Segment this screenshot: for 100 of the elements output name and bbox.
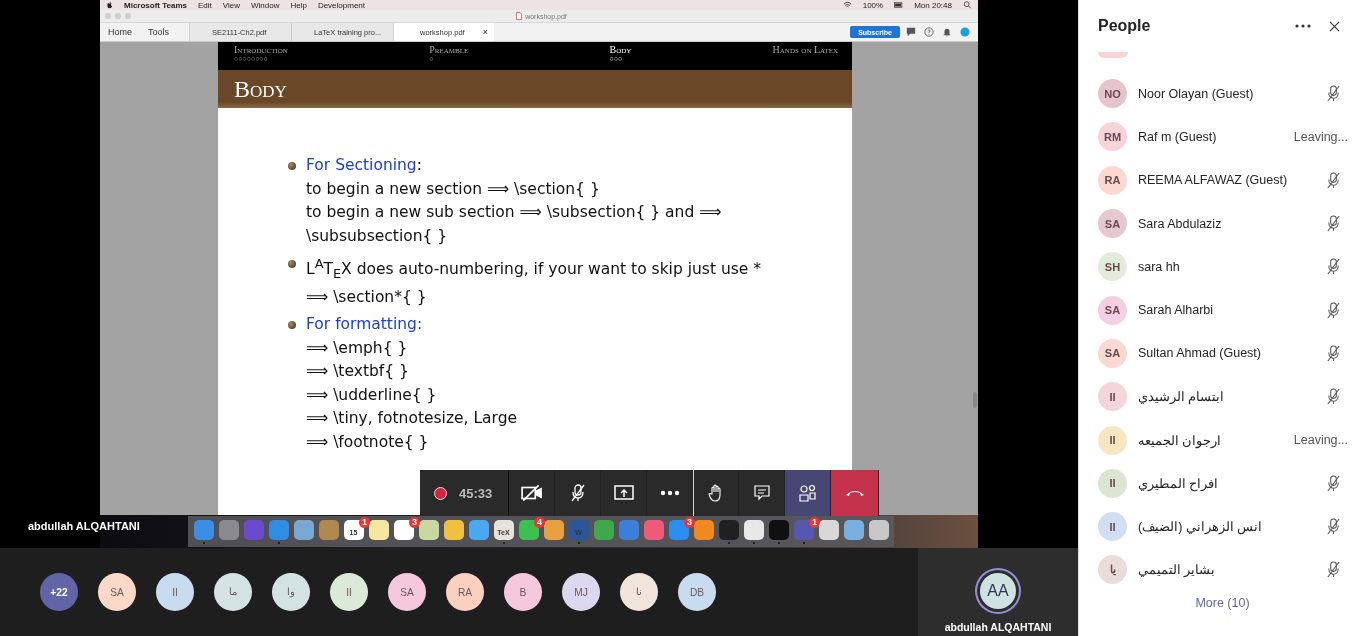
participant-avatar: SA: [387, 572, 427, 612]
muted-mic-icon: [1326, 215, 1341, 233]
participant-name: Raf m (Guest): [1138, 129, 1218, 144]
participant-name: بشاير التميمي: [1138, 562, 1217, 578]
bullet-icon: [288, 321, 296, 330]
participant-row[interactable]: NO Noor Olayan (Guest): [1079, 72, 1366, 116]
slide-title: Body: [234, 75, 287, 103]
app-icon[interactable]: [393, 519, 414, 540]
menu-clock: Mon 20:48: [914, 0, 952, 10]
app-icon[interactable]: [743, 519, 764, 540]
participant-avatar: B: [503, 572, 543, 612]
participant-avatar: وا: [271, 572, 311, 612]
nav-link[interactable]: Tools: [140, 23, 190, 41]
search-icon[interactable]: [963, 1, 972, 9]
close-icon[interactable]: [1329, 20, 1340, 32]
more-icon: [659, 490, 680, 496]
menu-item[interactable]: Edit: [198, 0, 212, 10]
participant-avatar: II: [155, 572, 195, 612]
help-icon[interactable]: [924, 27, 934, 37]
bell-icon[interactable]: [942, 27, 952, 37]
camera-off-icon: [520, 484, 543, 502]
participant-status: Leaving...: [1293, 433, 1348, 447]
participant-avatar: RM: [1098, 122, 1127, 152]
participant-name: انس الزهراني (الضيف): [1138, 519, 1264, 535]
participant-row[interactable]: SA Sultan Ahmad (Guest): [1079, 331, 1366, 376]
muted-mic-icon: [1326, 85, 1341, 103]
app-icon[interactable]: [868, 519, 889, 540]
app-icon[interactable]: [843, 519, 864, 540]
chat-icon: [753, 485, 770, 501]
participant-row[interactable]: SH sara hh: [1079, 245, 1366, 289]
menu-item[interactable]: Window: [251, 0, 280, 10]
app-icon[interactable]: [818, 519, 839, 540]
section-link[interactable]: Hands on Latex: [772, 45, 838, 70]
slide-text: ⟹ \section*{ }: [306, 286, 428, 308]
participant-avatar: II: [1098, 425, 1127, 455]
participant-row[interactable]: RA REEMA ALFAWAZ (Guest): [1079, 158, 1366, 202]
participant-avatar: II: [329, 572, 369, 612]
participant-avatar: RA: [1098, 165, 1127, 195]
app-icon[interactable]: [543, 519, 564, 540]
participant-row[interactable]: RM Raf m (Guest) Leaving...: [1079, 115, 1366, 159]
call-timer: 45:33: [459, 485, 493, 501]
section-label: Body: [609, 45, 632, 55]
participant-name: sara hh: [1138, 259, 1181, 274]
slide-text: ⟹ \tiny, fotnotesize, Large: [306, 408, 518, 430]
notification-badge: 1: [809, 517, 820, 528]
menu-item[interactable]: Help: [290, 0, 307, 10]
slide-text: L$^{A}$T$_{E}$X does auto-numbering, if your want to skip just use *: [306, 255, 761, 284]
participant-name: Sarah Alharbi: [1138, 303, 1215, 318]
participant-row[interactable]: يا بشاير التميمي: [1079, 548, 1366, 592]
more-options-icon[interactable]: [1295, 24, 1311, 28]
menu-item[interactable]: View: [222, 0, 240, 10]
muted-mic-icon: [1326, 561, 1341, 579]
participant-avatar[interactable]: +22: [39, 572, 79, 612]
muted-mic-icon: [1326, 171, 1341, 189]
phone-icon: [844, 489, 865, 497]
participant-row[interactable]: SA Sarah Alharbi: [1079, 288, 1366, 332]
app-icon[interactable]: [443, 519, 464, 540]
bullet-icon: [288, 260, 296, 268]
participant-avatar: II: [1098, 382, 1127, 412]
slide-text: to begin a new sub section ⟹ \subsection{ } and ⟹: [306, 202, 722, 223]
hand-icon: [708, 484, 724, 502]
app-icon[interactable]: [418, 519, 439, 540]
participant-avatar: DB: [677, 572, 717, 612]
self-name: abdullah ALQAHTANI: [944, 621, 1052, 633]
app-icon[interactable]: [293, 519, 314, 540]
app-menu[interactable]: Microsoft Teams: [124, 0, 187, 10]
slide-text: ⟹ \emph{ }: [306, 337, 409, 359]
slide-text: ⟹ \footnote{ }: [306, 431, 430, 453]
profile-avatar-icon[interactable]: [960, 27, 970, 37]
participant-avatar: [1098, 52, 1128, 58]
participant-name: ابتسام الرشيدي: [1138, 389, 1226, 405]
close-tab-button[interactable]: ×: [482, 27, 489, 37]
nav-link[interactable]: Home: [100, 23, 140, 41]
participant-avatar: II: [1098, 468, 1127, 498]
participant-avatar: II: [1098, 512, 1127, 542]
wifi-icon[interactable]: [842, 1, 852, 9]
document-icon: [516, 12, 523, 20]
participants-button[interactable]: [785, 470, 831, 516]
panel-title: People: [1098, 17, 1152, 35]
menu-item[interactable]: Development: [317, 0, 366, 10]
slide-text: to begin a new section ⟹ \section{ }: [306, 178, 601, 200]
participant-avatar: يا: [1098, 555, 1127, 585]
participant-avatar: MJ: [561, 572, 601, 612]
battery-icon[interactable]: [894, 1, 904, 9]
section-label: Preamble: [429, 45, 469, 55]
participant-name: افراح المطيري: [1138, 475, 1220, 491]
app-icon[interactable]: [518, 519, 539, 540]
slide-text: \subsubsection{ }: [306, 225, 449, 247]
more-participants-link[interactable]: More (10): [1195, 595, 1250, 610]
app-icon[interactable]: [368, 519, 389, 540]
raise-hand-button[interactable]: [693, 470, 739, 516]
apple-icon[interactable]: [106, 1, 113, 9]
participant-avatar: SH: [1098, 252, 1127, 282]
section-label: Introduction: [234, 45, 288, 55]
participant-name: ارجوان الجميعه: [1138, 432, 1223, 448]
participant-avatar: SA: [97, 572, 137, 612]
participant-avatar: RA: [445, 572, 485, 612]
notification-badge: 3: [409, 517, 420, 528]
comment-icon[interactable]: [906, 27, 916, 37]
participant-row[interactable]: SA Sara Abdulaziz: [1079, 201, 1366, 246]
